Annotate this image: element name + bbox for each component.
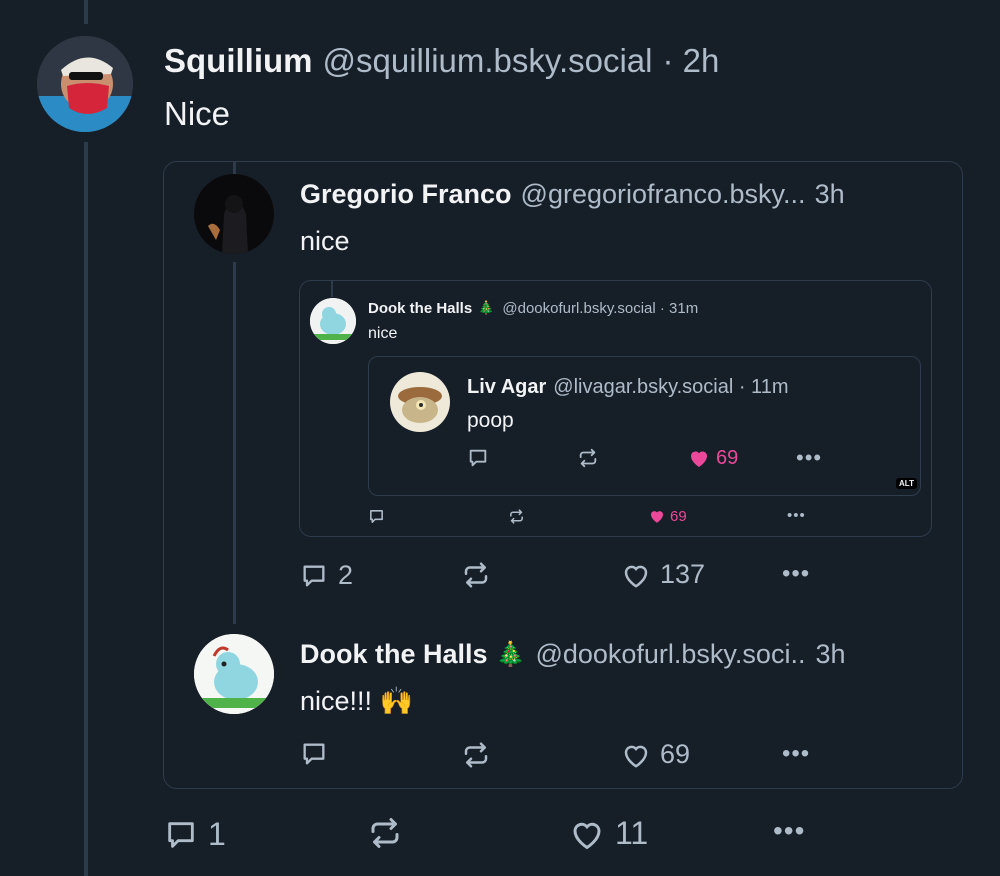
inner-header: Liv Agar @livagar.bsky.social · 11m <box>467 374 788 400</box>
like-icon <box>624 565 648 588</box>
quote-thread-line <box>233 262 236 624</box>
screenshot-post-text: nice <box>368 325 398 342</box>
like-icon <box>573 822 601 849</box>
gregorio-avatar[interactable] <box>194 174 274 254</box>
screenshot-repost-icon <box>508 508 525 525</box>
main-more-button[interactable]: ••• <box>773 815 805 847</box>
inner-author-name: Liv Agar <box>467 375 547 398</box>
main-author-name[interactable]: Squillium <box>164 42 313 80</box>
main-reply-count: 1 <box>208 816 226 852</box>
screenshot-like-button: 69 <box>648 507 687 525</box>
like-icon <box>691 451 707 467</box>
like-icon <box>624 745 648 768</box>
tree-icon: 🎄 <box>495 640 526 668</box>
reply-repost-button[interactable] <box>461 740 491 770</box>
main-repost-button[interactable] <box>367 815 403 851</box>
alt-badge: ALT <box>896 478 917 489</box>
quote-reply-button[interactable]: 2 <box>300 560 353 591</box>
screenshot-more-icon: ••• <box>787 507 806 524</box>
reply-author-name[interactable]: Dook the Halls <box>300 639 488 670</box>
liv-avatar <box>390 372 450 432</box>
tree-icon: 🎄 <box>478 300 495 315</box>
reply-like-count: 69 <box>660 739 691 769</box>
reply-reply-button[interactable] <box>300 740 328 768</box>
like-icon <box>651 511 663 523</box>
screenshot-author-handle: @dookofurl.bsky.social · 31m <box>502 299 699 317</box>
squillium-avatar[interactable] <box>37 36 133 132</box>
main-post-time[interactable]: · 2h <box>662 42 719 80</box>
quote-post-time[interactable]: 3h <box>815 179 845 210</box>
inner-more-icon: ••• <box>796 445 823 470</box>
inner-post-text: poop <box>467 409 514 432</box>
reply-post-header: Dook the Halls 🎄 @dookofurl.bsky.soci.. … <box>300 636 846 672</box>
main-like-count: 11 <box>615 815 649 851</box>
screenshot-header: Dook the Halls 🎄 @dookofurl.bsky.social … <box>368 298 698 318</box>
main-post-header: Squillium @squillium.bsky.social · 2h <box>164 40 719 82</box>
inner-repost-icon <box>577 447 599 469</box>
quote-author-handle[interactable]: @gregoriofranco.bsky... <box>521 179 806 210</box>
repost-icon <box>371 818 399 848</box>
inner-author-handle: @livagar.bsky.social · 11m <box>553 375 789 398</box>
quote-thread-line-top <box>233 162 236 174</box>
screenshot-like-count: 69 <box>670 507 687 525</box>
repost-icon <box>464 742 488 768</box>
dook-small-avatar <box>310 298 356 344</box>
screenshot-reply-icon <box>368 508 385 525</box>
screenshot-author-name: Dook the Halls <box>368 299 473 317</box>
quote-repost-button[interactable] <box>461 560 491 590</box>
reply-icon <box>168 821 194 848</box>
reply-icon <box>303 743 325 765</box>
reply-author-handle[interactable]: @dookofurl.bsky.soci.. <box>535 639 805 670</box>
thread-line-main <box>84 142 88 876</box>
screenshot-thread-line <box>331 281 333 297</box>
reply-post-time[interactable]: 3h <box>815 639 845 670</box>
main-post-text: Nice <box>164 95 231 132</box>
thread-line-top <box>84 0 88 24</box>
quote-post-header: Gregorio Franco @gregoriofranco.bsky... … <box>300 176 845 212</box>
reply-more-button[interactable]: ••• <box>782 740 810 768</box>
quote-author-name[interactable]: Gregorio Franco <box>300 179 512 210</box>
reply-post-text: nice!!! 🙌 <box>300 686 414 716</box>
main-like-button[interactable]: 11 <box>569 815 648 852</box>
quote-post-text: nice <box>300 226 350 256</box>
repost-icon <box>464 562 488 588</box>
quote-reply-count: 2 <box>338 560 354 590</box>
reply-icon <box>303 565 325 586</box>
main-author-handle[interactable]: @squillium.bsky.social <box>323 42 653 80</box>
quote-like-button[interactable]: 137 <box>621 559 705 590</box>
quote-more-button[interactable]: ••• <box>782 560 810 588</box>
inner-like-button: 69 <box>687 446 738 470</box>
inner-like-count: 69 <box>716 446 739 469</box>
reply-like-button[interactable]: 69 <box>621 739 690 770</box>
quote-like-count: 137 <box>660 559 706 589</box>
inner-reply-icon <box>467 447 489 469</box>
main-reply-button[interactable]: 1 <box>164 816 226 853</box>
dook-avatar[interactable] <box>194 634 274 714</box>
